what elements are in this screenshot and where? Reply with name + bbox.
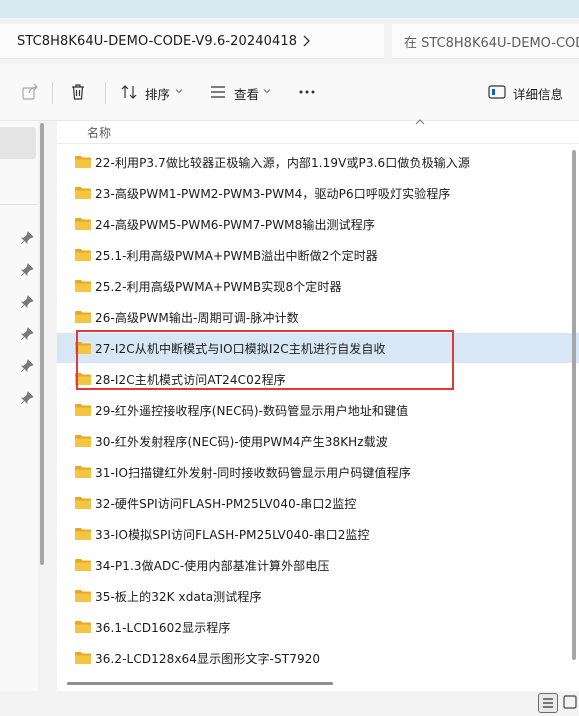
folder-name: 33-IO模拟SPI访问FLASH-PM25LV040-串口2监控 [95, 528, 370, 542]
sort-ascending-icon [415, 119, 425, 125]
share-icon[interactable] [20, 82, 40, 102]
folder-name: 36.2-LCD128x64显示图形文字-ST7920 [95, 652, 321, 666]
folder-row[interactable]: 34-P1.3做ADC-使用内部基准计算外部电压 [57, 550, 579, 580]
folder-name: 31-IO扫描键红外发射-同时接收数码管显示用户码键值程序 [95, 466, 411, 480]
folder-row[interactable]: 24-高级PWM5-PWM6-PWM7-PWM8输出测试程序 [57, 209, 579, 239]
folder-row[interactable]: 26-高级PWM输出-周期可调-脉冲计数 [57, 302, 579, 332]
title-bar [0, 0, 579, 18]
folder-name: 23-高级PWM1-PWM2-PWM3-PWM4，驱动P6口呼吸灯实验程序 [95, 187, 451, 201]
folder-name: 30-红外发射程序(NEC码)-使用PWM4产生38KHz载波 [95, 435, 388, 449]
address-row: STC8H8K64U-DEMO-CODE-V9.6-20240418 在 STC… [0, 18, 579, 64]
delete-icon[interactable] [68, 82, 88, 102]
chevron-down-icon[interactable] [263, 87, 271, 95]
folder-icon [75, 466, 91, 478]
pin-icon[interactable] [20, 391, 34, 405]
folder-icon [75, 435, 91, 447]
folder-icon [75, 497, 91, 509]
chevron-down-icon[interactable] [175, 87, 183, 95]
toolbar-separator [52, 82, 53, 104]
folder-icon [75, 249, 91, 261]
folder-name: 24-高级PWM5-PWM6-PWM7-PWM8输出测试程序 [95, 218, 375, 232]
view-icon[interactable] [208, 82, 228, 102]
folder-icon [75, 559, 91, 571]
details-pane-icon[interactable] [487, 82, 507, 102]
nav-selected-item[interactable] [0, 127, 36, 159]
vertical-scrollbar[interactable] [572, 150, 576, 660]
pin-icon[interactable] [20, 231, 34, 245]
folder-row[interactable]: 36.1-LCD1602显示程序 [57, 612, 579, 642]
pin-icon[interactable] [20, 295, 34, 309]
folder-row[interactable]: 35-板上的32K xdata测试程序 [57, 581, 579, 611]
pin-icon[interactable] [20, 327, 34, 341]
folder-icon [75, 621, 91, 633]
command-bar: 排序 查看 详细信息 [0, 64, 579, 121]
address-bar[interactable]: STC8H8K64U-DEMO-CODE-V9.6-20240418 [0, 24, 384, 59]
folder-row[interactable]: 25.2-利用高级PWMA+PWMB实现8个定时器 [57, 271, 579, 301]
details-view-icon [543, 698, 553, 708]
folder-name: 25.1-利用高级PWMA+PWMB溢出中断做2个定时器 [95, 249, 378, 263]
pin-icon[interactable] [20, 359, 34, 373]
folder-row[interactable]: 23-高级PWM1-PWM2-PWM3-PWM4，驱动P6口呼吸灯实验程序 [57, 178, 579, 208]
pin-icon[interactable] [20, 263, 34, 277]
status-bar [0, 691, 579, 716]
nav-scrollbar[interactable] [40, 123, 44, 565]
folder-row[interactable]: 29-红外遥控接收程序(NEC码)-数码管显示用户地址和键值 [57, 395, 579, 425]
column-name-header[interactable]: 名称 [87, 124, 111, 141]
highlight-annotation [76, 330, 454, 390]
folder-icon [75, 404, 91, 416]
chevron-right-icon[interactable] [298, 33, 314, 49]
folder-icon [75, 187, 91, 199]
folder-icon [75, 280, 91, 292]
folder-icon [75, 528, 91, 540]
view-button[interactable]: 查看 [234, 84, 259, 103]
folder-icon [75, 156, 91, 168]
search-box[interactable]: 在 STC8H8K64U-DEMO-CODE-V9.6-20240418 中搜索 [392, 24, 579, 59]
header-divider [57, 143, 579, 144]
folder-row[interactable]: 36.2-LCD128x64显示图形文字-ST7920 [57, 643, 579, 673]
folder-row[interactable]: 31-IO扫描键红外发射-同时接收数码管显示用户码键值程序 [57, 457, 579, 487]
details-view-button[interactable] [538, 693, 558, 713]
sort-button[interactable]: 排序 [145, 84, 170, 103]
column-header-row: 名称 [57, 119, 579, 143]
file-list: 名称 22-利用P3.7做比较器正极输入源，内部1.19V或P3.6口做负极输入… [57, 119, 579, 691]
more-icon[interactable] [297, 82, 317, 102]
folder-row[interactable]: 32-硬件SPI访问FLASH-PM25LV040-串口2监控 [57, 488, 579, 518]
folder-name: 34-P1.3做ADC-使用内部基准计算外部电压 [95, 559, 330, 573]
folder-row[interactable]: 33-IO模拟SPI访问FLASH-PM25LV040-串口2监控 [57, 519, 579, 549]
sort-icon[interactable] [119, 82, 139, 102]
navigation-pane [0, 121, 38, 691]
details-button[interactable]: 详细信息 [513, 84, 563, 103]
toolbar-separator [105, 82, 106, 104]
search-placeholder: 在 STC8H8K64U-DEMO-CODE-V9.6-20240418 中搜索 [404, 35, 579, 51]
folder-row[interactable]: 25.1-利用高级PWMA+PWMB溢出中断做2个定时器 [57, 240, 579, 270]
folder-name: 32-硬件SPI访问FLASH-PM25LV040-串口2监控 [95, 497, 357, 511]
tiles-view-icon[interactable] [563, 695, 577, 709]
folder-name: 25.2-利用高级PWMA+PWMB实现8个定时器 [95, 280, 342, 294]
nav-divider [0, 204, 38, 205]
folder-icon [75, 652, 91, 664]
folder-icon [75, 311, 91, 323]
folder-name: 35-板上的32K xdata测试程序 [95, 590, 262, 604]
folder-icon [75, 218, 91, 230]
folder-name: 36.1-LCD1602显示程序 [95, 621, 231, 635]
folder-name: 22-利用P3.7做比较器正极输入源，内部1.19V或P3.6口做负极输入源 [95, 156, 470, 170]
horizontal-scrollbar[interactable] [67, 682, 333, 685]
breadcrumb[interactable]: STC8H8K64U-DEMO-CODE-V9.6-20240418 [17, 34, 297, 49]
folder-row[interactable]: 22-利用P3.7做比较器正极输入源，内部1.19V或P3.6口做负极输入源 [57, 147, 579, 177]
folder-name: 26-高级PWM输出-周期可调-脉冲计数 [95, 311, 299, 325]
folder-name: 29-红外遥控接收程序(NEC码)-数码管显示用户地址和键值 [95, 404, 409, 418]
folder-icon [75, 590, 91, 602]
folder-row[interactable]: 30-红外发射程序(NEC码)-使用PWM4产生38KHz载波 [57, 426, 579, 456]
